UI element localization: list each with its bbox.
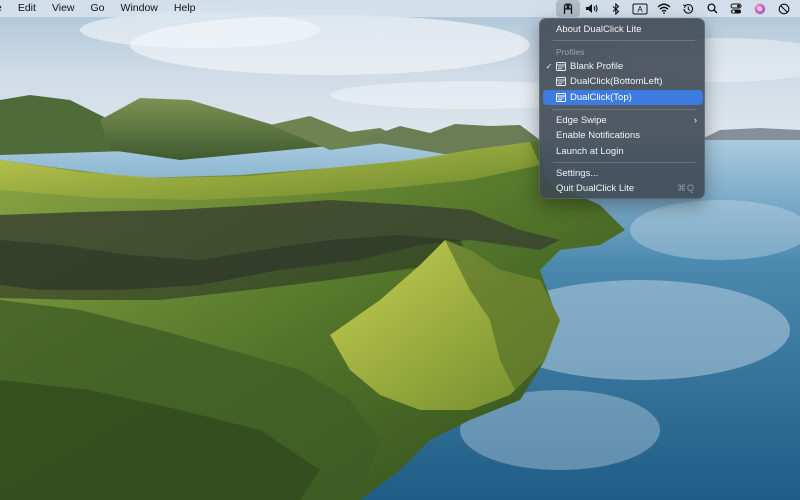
bluetooth-icon[interactable] xyxy=(604,0,628,17)
quit-label: Quit DualClick Lite xyxy=(556,183,635,194)
app-menus: e Edit View Go Window Help xyxy=(0,0,204,17)
siri-icon[interactable] xyxy=(748,0,772,17)
about-dualclick-label: About DualClick Lite xyxy=(556,24,642,35)
menu-app-partial[interactable]: e xyxy=(0,0,10,17)
profile-icon xyxy=(556,62,566,71)
wifi-icon[interactable] xyxy=(652,0,676,17)
quit-shortcut: ⌘Q xyxy=(676,183,695,193)
launch-at-login-label: Launch at Login xyxy=(556,146,624,157)
menu-window[interactable]: Window xyxy=(113,0,166,17)
dualclick-icon[interactable] xyxy=(556,0,580,17)
enable-notifications-item[interactable]: Enable Notifications xyxy=(543,128,703,143)
edge-swipe-item[interactable]: Edge Swipe › xyxy=(543,113,703,128)
dualclick-menu: About DualClick Lite Profiles ✓ Blank Pr… xyxy=(539,18,705,199)
menu-separator xyxy=(553,40,695,41)
settings-item[interactable]: Settings... xyxy=(543,166,703,181)
profile-label-blank: Blank Profile xyxy=(570,61,624,72)
profile-item-bottomleft[interactable]: DualClick(BottomLeft) xyxy=(543,74,703,89)
menu-help[interactable]: Help xyxy=(166,0,204,17)
menu-separator xyxy=(553,109,695,110)
profile-label-top: DualClick(Top) xyxy=(570,92,632,103)
settings-label: Settings... xyxy=(556,168,599,179)
profile-label-bottomleft: DualClick(BottomLeft) xyxy=(570,76,663,87)
menu-edit[interactable]: Edit xyxy=(10,0,44,17)
profile-icon xyxy=(556,77,566,86)
input-source-label: A xyxy=(637,5,643,14)
enable-notifications-label: Enable Notifications xyxy=(556,130,640,141)
control-center-icon[interactable] xyxy=(724,0,748,17)
input-source-icon[interactable]: A xyxy=(628,0,652,17)
status-area: A xyxy=(556,0,796,17)
quit-item[interactable]: Quit DualClick Lite ⌘Q xyxy=(543,181,703,196)
time-machine-icon[interactable] xyxy=(676,0,700,17)
launch-at-login-item[interactable]: Launch at Login xyxy=(543,144,703,159)
spotlight-search-icon[interactable] xyxy=(700,0,724,17)
do-not-disturb-icon[interactable] xyxy=(772,0,796,17)
profile-item-blank[interactable]: ✓ Blank Profile xyxy=(543,59,703,74)
menu-bar: e Edit View Go Window Help xyxy=(0,0,800,17)
checkmark-icon: ✓ xyxy=(545,62,553,71)
profile-item-top[interactable]: DualClick(Top) xyxy=(543,90,703,105)
submenu-arrow-icon: › xyxy=(693,115,697,126)
menu-separator xyxy=(553,162,695,163)
profiles-header: Profiles xyxy=(543,44,703,59)
profiles-header-label: Profiles xyxy=(556,46,585,57)
menu-view[interactable]: View xyxy=(44,0,83,17)
profile-icon xyxy=(556,93,566,102)
menu-go[interactable]: Go xyxy=(83,0,113,17)
about-dualclick-item[interactable]: About DualClick Lite xyxy=(543,22,703,37)
volume-icon[interactable] xyxy=(580,0,604,17)
edge-swipe-label: Edge Swipe xyxy=(556,115,607,126)
